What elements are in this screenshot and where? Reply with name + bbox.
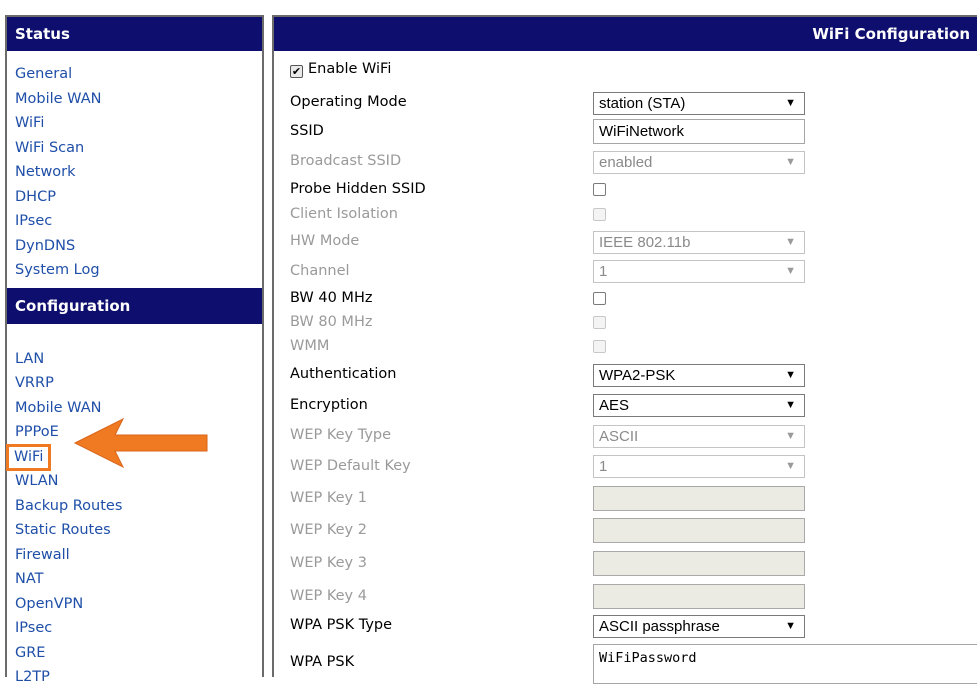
wpa-psk-type-value: ASCII passphrase	[599, 618, 720, 635]
wep-key-type-select[interactable]: ASCII ▼	[593, 425, 805, 448]
operating-mode-value: station (STA)	[599, 95, 686, 112]
bw80-checkbox[interactable]	[593, 316, 606, 329]
bw40-checkbox[interactable]	[593, 292, 606, 305]
menu-config-backup-routes[interactable]: Backup Routes	[7, 494, 262, 519]
wpa-psk-input[interactable]: WiFiPassword	[593, 644, 977, 684]
wifi-configuration-panel: WiFi Configuration ✔ Enable WiFi Operati…	[272, 15, 977, 684]
dropdown-arrow-icon: ▼	[785, 156, 796, 168]
client-isolation-checkbox[interactable]	[593, 208, 606, 221]
menu-status-wifi[interactable]: WiFi	[7, 111, 262, 136]
operating-mode-label: Operating Mode	[290, 94, 407, 110]
encryption-label: Encryption	[290, 397, 368, 413]
wpa-psk-type-select[interactable]: ASCII passphrase ▼	[593, 615, 805, 638]
wep-default-key-label: WEP Default Key	[290, 458, 411, 474]
row-broadcast-ssid: Broadcast SSID enabled ▼	[274, 149, 974, 174]
authentication-select[interactable]: WPA2-PSK ▼	[593, 364, 805, 387]
menu-config-lan[interactable]: LAN	[7, 347, 262, 372]
encryption-select[interactable]: AES ▼	[593, 394, 805, 417]
arrow-pointer-icon	[73, 417, 208, 469]
menu-status-dyndns[interactable]: DynDNS	[7, 234, 262, 259]
hw-mode-label: HW Mode	[290, 233, 360, 249]
dropdown-arrow-icon: ▼	[785, 265, 796, 277]
menu-config-l2tp[interactable]: L2TP	[7, 665, 262, 690]
menu-config-ipsec[interactable]: IPsec	[7, 616, 262, 641]
menu-config-firewall[interactable]: Firewall	[7, 543, 262, 568]
wep-default-key-select[interactable]: 1 ▼	[593, 455, 805, 478]
status-header: Status	[7, 17, 262, 51]
sidebar: Status General Mobile WAN WiFi WiFi Scan…	[5, 15, 264, 685]
wmm-label: WMM	[290, 338, 330, 354]
menu-status-dhcp[interactable]: DHCP	[7, 185, 262, 210]
authentication-value: WPA2-PSK	[599, 367, 676, 384]
wep-key-4-input[interactable]	[593, 584, 805, 609]
wpa-psk-type-label: WPA PSK Type	[290, 617, 393, 633]
broadcast-ssid-value: enabled	[599, 154, 653, 171]
client-isolation-label: Client Isolation	[290, 206, 398, 222]
row-wep-default-key: WEP Default Key 1 ▼	[274, 453, 974, 478]
menu-config-openvpn[interactable]: OpenVPN	[7, 592, 262, 617]
configuration-menu: LAN VRRP Mobile WAN PPPoE WiFi WLAN Back…	[5, 324, 262, 690]
dropdown-arrow-icon: ▼	[785, 620, 796, 632]
encryption-value: AES	[599, 397, 630, 414]
probe-hidden-ssid-label: Probe Hidden SSID	[290, 181, 426, 197]
row-hw-mode: HW Mode IEEE 802.11b ▼	[274, 228, 974, 254]
channel-select[interactable]: 1 ▼	[593, 260, 805, 283]
bw40-label: BW 40 MHz	[290, 290, 373, 306]
row-authentication: Authentication WPA2-PSK ▼	[274, 362, 974, 387]
dropdown-arrow-icon: ▼	[785, 369, 796, 381]
configuration-header: Configuration	[7, 287, 262, 324]
channel-value: 1	[599, 263, 608, 280]
operating-mode-select[interactable]: station (STA) ▼	[593, 92, 805, 115]
menu-status-general[interactable]: General	[7, 62, 262, 87]
wep-default-key-value: 1	[599, 458, 608, 475]
bw80-label: BW 80 MHz	[290, 314, 373, 330]
wpa-psk-label: WPA PSK	[290, 654, 355, 670]
status-menu: General Mobile WAN WiFi WiFi Scan Networ…	[7, 51, 262, 288]
row-wep-key-type: WEP Key Type ASCII ▼	[274, 423, 974, 448]
menu-status-mobile-wan[interactable]: Mobile WAN	[7, 87, 262, 112]
menu-config-wifi[interactable]: WiFi	[5, 443, 52, 471]
wep-key-type-value: ASCII	[599, 428, 639, 445]
enable-wifi-checkbox[interactable]: ✔	[290, 65, 303, 78]
wep-key-1-input[interactable]	[593, 486, 805, 511]
hw-mode-value: IEEE 802.11b	[599, 234, 691, 251]
menu-status-wifi-scan[interactable]: WiFi Scan	[7, 136, 262, 161]
dropdown-arrow-icon: ▼	[785, 460, 796, 472]
ssid-input[interactable]: WiFiNetwork	[593, 119, 805, 144]
wep-key-1-label: WEP Key 1	[290, 490, 367, 506]
dropdown-arrow-icon: ▼	[785, 236, 796, 248]
menu-status-network[interactable]: Network	[7, 160, 262, 185]
hw-mode-select[interactable]: IEEE 802.11b ▼	[593, 231, 805, 254]
wep-key-2-label: WEP Key 2	[290, 522, 367, 538]
menu-config-wlan[interactable]: WLAN	[7, 469, 262, 494]
menu-status-system-log[interactable]: System Log	[7, 258, 262, 283]
wmm-checkbox[interactable]	[593, 340, 606, 353]
channel-label: Channel	[290, 263, 350, 279]
dropdown-arrow-icon: ▼	[785, 399, 796, 411]
row-channel: Channel 1 ▼	[274, 257, 974, 283]
menu-status-ipsec[interactable]: IPsec	[7, 209, 262, 234]
broadcast-ssid-label: Broadcast SSID	[290, 153, 402, 169]
wep-key-2-input[interactable]	[593, 518, 805, 543]
authentication-label: Authentication	[290, 366, 397, 382]
row-encryption: Encryption AES ▼	[274, 393, 974, 417]
menu-config-static-routes[interactable]: Static Routes	[7, 518, 262, 543]
menu-config-gre[interactable]: GRE	[7, 641, 262, 666]
row-wpa-psk-type: WPA PSK Type ASCII passphrase ▼	[274, 612, 974, 638]
broadcast-ssid-select[interactable]: enabled ▼	[593, 151, 805, 174]
row-operating-mode: Operating Mode station (STA) ▼	[274, 90, 974, 115]
dropdown-arrow-icon: ▼	[785, 97, 796, 109]
wep-key-type-label: WEP Key Type	[290, 427, 392, 443]
ssid-label: SSID	[290, 123, 324, 139]
wep-key-4-label: WEP Key 4	[290, 588, 367, 604]
wep-key-3-label: WEP Key 3	[290, 555, 367, 571]
menu-config-vrrp[interactable]: VRRP	[7, 371, 262, 396]
dropdown-arrow-icon: ▼	[785, 430, 796, 442]
probe-hidden-ssid-checkbox[interactable]	[593, 183, 606, 196]
wep-key-3-input[interactable]	[593, 551, 805, 576]
page-title: WiFi Configuration	[274, 17, 977, 51]
menu-config-nat[interactable]: NAT	[7, 567, 262, 592]
enable-wifi-label: Enable WiFi	[308, 61, 392, 77]
